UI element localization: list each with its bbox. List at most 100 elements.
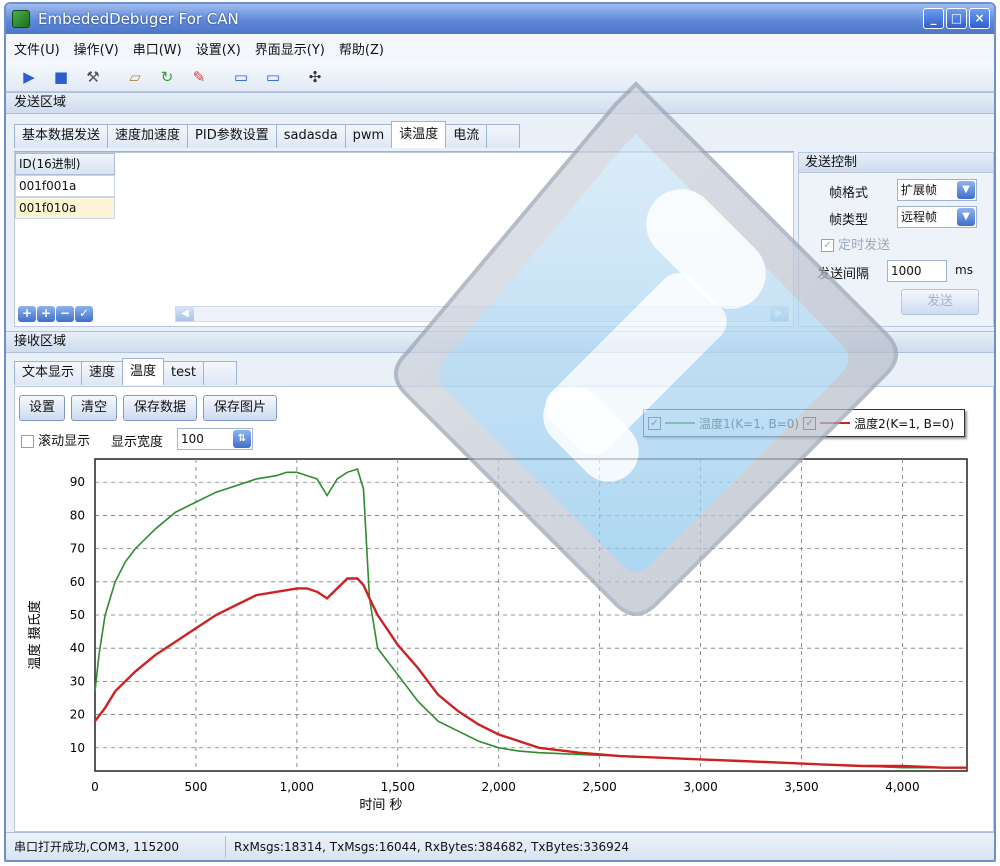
grid-row[interactable]: 001f010a xyxy=(15,197,115,219)
y-tick-label: 40 xyxy=(70,641,85,655)
hammer-icon[interactable]: ⚒ xyxy=(82,66,104,88)
insert-row-button[interactable]: + xyxy=(37,306,55,322)
interval-input[interactable]: 1000 xyxy=(887,260,947,282)
y-tick-label: 60 xyxy=(70,575,85,589)
frame-type-select[interactable]: 远程帧 ▼ xyxy=(897,206,977,228)
grid-row[interactable]: 001f001a xyxy=(15,175,115,197)
menu-operate[interactable]: 操作(V) xyxy=(74,39,119,58)
grid-header-id[interactable]: ID(16进制) xyxy=(15,153,115,175)
usb-icon[interactable]: ✣ xyxy=(304,66,326,88)
tab-current[interactable]: 电流 xyxy=(445,124,488,148)
send-button[interactable]: 发送 xyxy=(901,289,979,315)
app-icon xyxy=(12,10,30,28)
x-tick-label: 1,000 xyxy=(280,780,314,794)
tab-speed-accel[interactable]: 速度加速度 xyxy=(107,124,189,148)
chart-legend: ✓ 温度1(K=1, B=0) ✓ 温度2(K=1, B=0) xyxy=(643,409,965,437)
menu-settings[interactable]: 设置(X) xyxy=(196,39,241,58)
timed-send-row[interactable]: ✓ 定时发送 xyxy=(821,234,890,253)
send-id-grid: ID(16进制) 001f001a 001f010a + + − ✓ ◀ ▶ xyxy=(14,152,794,327)
settings-button[interactable]: 设置 xyxy=(19,395,65,421)
menu-view[interactable]: 界面显示(Y) xyxy=(255,39,325,58)
layout-bottom-icon[interactable]: ▭ xyxy=(262,66,284,88)
series1-checkbox[interactable]: ✓ xyxy=(648,416,661,430)
save-data-button[interactable]: 保存数据 xyxy=(123,395,197,421)
interval-unit: ms xyxy=(955,263,973,277)
y-tick-label: 80 xyxy=(70,508,85,522)
status-stats: RxMsgs:18314, TxMsgs:16044, RxBytes:3846… xyxy=(234,839,630,854)
save-image-button[interactable]: 保存图片 xyxy=(203,395,277,421)
frame-format-label: 帧格式 xyxy=(829,186,869,201)
chevron-down-icon[interactable]: ▼ xyxy=(957,208,975,226)
tab-pid[interactable]: PID参数设置 xyxy=(187,124,277,148)
send-section-header: 发送区域 xyxy=(6,92,994,114)
y-tick-label: 50 xyxy=(70,608,85,622)
series1-swatch xyxy=(665,422,695,424)
menu-serial[interactable]: 串口(W) xyxy=(133,39,182,58)
refresh-icon[interactable]: ↻ xyxy=(156,66,178,88)
remove-row-button[interactable]: − xyxy=(56,306,74,322)
tab-speed[interactable]: 速度 xyxy=(81,361,124,385)
tab-temperature[interactable]: 温度 xyxy=(122,358,165,385)
horizontal-scrollbar[interactable]: ◀ ▶ xyxy=(175,306,789,322)
window-title: EmbededDebuger For CAN xyxy=(38,10,239,28)
close-button[interactable]: × xyxy=(969,8,990,29)
scroll-left-icon[interactable]: ◀ xyxy=(176,307,194,321)
x-axis-label: 时间 秒 xyxy=(359,798,402,813)
confirm-row-button[interactable]: ✓ xyxy=(75,306,93,322)
receive-tabs: 文本显示 速度 温度 test xyxy=(14,358,238,385)
x-tick-label: 2,000 xyxy=(482,780,516,794)
main-window: EmbededDebuger For CAN _ □ × 文件(U) 操作(V)… xyxy=(4,2,996,862)
tab-empty xyxy=(486,124,521,148)
clear-button[interactable]: 清空 xyxy=(71,395,117,421)
send-control-panel: 发送控制 帧格式 扩展帧 ▼ 帧类型 远程帧 ▼ ✓ 定时发送 发送间隔 100… xyxy=(798,152,994,327)
title-bar[interactable]: EmbededDebuger For CAN _ □ × xyxy=(6,4,994,34)
play-icon[interactable]: ▶ xyxy=(18,66,40,88)
x-tick-label: 500 xyxy=(184,780,207,794)
chevron-down-icon[interactable]: ▼ xyxy=(957,181,975,199)
legend-series1-label: 温度1(K=1, B=0) xyxy=(699,416,800,431)
frame-type-label: 帧类型 xyxy=(829,213,869,228)
y-tick-label: 10 xyxy=(70,741,85,755)
tab-text-display[interactable]: 文本显示 xyxy=(14,361,83,385)
tab-sadasda[interactable]: sadasda xyxy=(275,124,346,148)
series2-swatch xyxy=(820,422,851,424)
send-tabs: 基本数据发送 速度加速度 PID参数设置 sadasda pwm 读温度 电流 xyxy=(14,121,521,148)
menu-bar: 文件(U) 操作(V) 串口(W) 设置(X) 界面显示(Y) 帮助(Z) xyxy=(6,34,994,62)
timed-send-label: 定时发送 xyxy=(838,238,891,253)
toolbar: ▶ ■ ⚒ ▱ ↻ ✎ ▭ ▭ ✣ xyxy=(6,62,994,92)
tab-read-temp[interactable]: 读温度 xyxy=(391,121,447,148)
y-tick-label: 90 xyxy=(70,475,85,489)
pencil-icon[interactable]: ✎ xyxy=(188,66,210,88)
tab-basic-send[interactable]: 基本数据发送 xyxy=(14,124,109,148)
menu-file[interactable]: 文件(U) xyxy=(14,39,60,58)
menu-help[interactable]: 帮助(Z) xyxy=(339,39,384,58)
y-tick-label: 20 xyxy=(70,708,85,722)
y-tick-label: 70 xyxy=(70,542,85,556)
x-tick-label: 1,500 xyxy=(381,780,415,794)
scroll-right-icon[interactable]: ▶ xyxy=(770,307,788,321)
status-bar: 串口打开成功,COM3, 115200 RxMsgs:18314, TxMsgs… xyxy=(6,832,994,860)
layout-top-icon[interactable]: ▭ xyxy=(230,66,252,88)
x-tick-label: 3,000 xyxy=(683,780,717,794)
legend-series2-label: 温度2(K=1, B=0) xyxy=(854,416,955,431)
timed-send-checkbox[interactable]: ✓ xyxy=(821,239,834,252)
x-tick-label: 0 xyxy=(91,780,99,794)
add-row-button[interactable]: + xyxy=(18,306,36,322)
status-port: 串口打开成功,COM3, 115200 xyxy=(6,835,226,858)
legend-item-series2[interactable]: ✓ 温度2(K=1, B=0) xyxy=(803,415,954,432)
page-icon[interactable]: ▱ xyxy=(124,66,146,88)
tab-test[interactable]: test xyxy=(163,361,205,385)
y-tick-label: 30 xyxy=(70,674,85,688)
legend-item-series1[interactable]: ✓ 温度1(K=1, B=0) xyxy=(648,415,799,432)
stepper-icon[interactable]: ⇅ xyxy=(233,430,251,448)
series2-checkbox[interactable]: ✓ xyxy=(803,416,817,430)
stop-icon[interactable]: ■ xyxy=(50,66,72,88)
tab-pwm[interactable]: pwm xyxy=(344,124,393,148)
send-control-title: 发送控制 xyxy=(799,153,993,173)
minimize-button[interactable]: _ xyxy=(923,8,944,29)
maximize-button[interactable]: □ xyxy=(946,8,967,29)
frame-type-value: 远程帧 xyxy=(901,210,938,224)
interval-label: 发送间隔 xyxy=(817,267,870,282)
receive-panel: 设置 清空 保存数据 保存图片 滚动显示 显示宽度 100 ⇅ ✓ 温度1(K=… xyxy=(14,386,994,832)
frame-format-select[interactable]: 扩展帧 ▼ xyxy=(897,179,977,201)
